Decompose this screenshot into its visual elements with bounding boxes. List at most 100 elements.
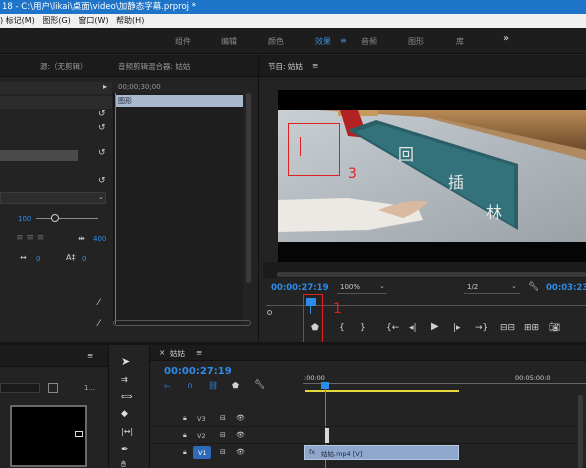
reset-icon[interactable]: ↺ [98,123,106,133]
workspace-tab-editing[interactable]: 编辑 [221,36,237,47]
zoom-select[interactable]: 100% ⌄ [337,282,387,294]
mark-in-icon[interactable]: { [339,323,345,333]
track-target-v1[interactable]: V1 [193,446,211,459]
ripple-edit-tool-icon[interactable]: ⟺ [121,392,132,401]
close-icon[interactable]: × [159,348,165,357]
timeline-timecode[interactable]: 00:00:27:19 [164,366,232,377]
scale-slider-handle[interactable] [51,214,59,222]
lift-icon[interactable]: ⊟⊟ [500,323,515,333]
lock-icon[interactable]: 🔒︎ [183,431,187,440]
sync-lock-icon[interactable]: ⊟ [220,414,226,422]
program-menu-icon[interactable]: ≡ [312,61,318,70]
track-label-v2[interactable]: V2 [197,432,206,440]
program-video-frame[interactable]: 回 插 林 [278,90,586,262]
go-to-in-icon[interactable]: {← [386,323,399,333]
ec-scrollbar[interactable] [246,93,251,283]
razor-tool-icon[interactable]: ◆ [121,409,128,419]
workspace-tab-effects[interactable]: 效果 [315,36,331,47]
source-panel-header: 源:（无剪辑） 音频剪辑混合器: 姑姑 [0,55,258,77]
graphic-clip-bar[interactable]: 图形 [115,95,243,107]
graphic-clip-sliver[interactable] [325,428,329,443]
clip-thumbnail[interactable] [10,405,87,467]
baseline-icon[interactable]: A‡ [66,253,75,262]
graphic-clip-label: 图形 [118,97,132,105]
add-marker-icon[interactable]: ⬟ [232,381,239,390]
add-marker-icon[interactable]: ⬟ [311,323,319,333]
baseline-value[interactable]: 0 [82,255,86,263]
track-label-v3[interactable]: V3 [197,415,206,423]
ec-zoom-scrollbar[interactable] [113,320,251,326]
program-monitor-title[interactable]: 节目: 姑姑 [268,61,303,72]
sync-lock-icon[interactable]: ⊟ [220,448,226,456]
play-icon[interactable]: ▶ [431,321,439,332]
nest-icon[interactable]: ⟜ [164,381,170,391]
export-frame-icon[interactable]: 📷︎ [549,323,560,333]
workspace-more-button[interactable]: » [503,33,509,44]
reset-icon[interactable]: ↺ [98,148,106,158]
wrench-icon[interactable]: 🔧︎ [528,282,539,292]
sync-lock-icon[interactable]: ⊟ [220,431,226,439]
work-area-bar[interactable] [305,390,459,392]
timeline-playhead[interactable] [321,382,329,389]
source-tab[interactable]: 源:（无剪辑） [40,61,88,72]
slip-tool-icon[interactable]: |↔| [121,427,133,436]
reset-icon[interactable]: ↺ [98,109,106,119]
workspace-tab-libraries[interactable]: 库 [456,36,464,47]
monitor-scrollbar[interactable] [277,272,586,277]
eye-icon[interactable]: 👁︎ [236,414,245,422]
track-select-tool-icon[interactable]: ⇉ [121,375,128,384]
linked-selection-icon[interactable]: ⛓︎ [208,381,218,390]
new-bin-icon[interactable] [48,383,58,393]
step-forward-icon[interactable]: |▸ [453,323,461,333]
hand-tool-icon[interactable]: ✋︎ [121,460,126,468]
pen-tool-icon[interactable]: ✒ [121,445,129,455]
tracking-icon[interactable]: ↔ [20,253,27,262]
play-only-icon[interactable]: ▸ [103,82,107,91]
align-icons[interactable]: ≡ ≡ ≡ [16,233,44,243]
workspace-tab-color[interactable]: 颜色 [268,36,284,47]
lock-icon[interactable]: 🔒︎ [183,448,187,457]
svg-text:插: 插 [448,173,464,192]
audio-clip-mixer-tab[interactable]: 音频剪辑混合器: 姑姑 [118,61,190,72]
eye-icon[interactable]: 👁︎ [236,431,245,439]
resolution-select[interactable]: 1/2 ⌄ [464,282,520,294]
program-timecode[interactable]: 00:00:27:19 [271,283,329,293]
reset-icon[interactable]: ↺ [98,176,106,186]
project-search[interactable] [0,383,40,393]
settings-wrench-icon[interactable]: 🔧︎ [254,380,265,390]
step-back-icon[interactable]: ◂| [409,323,417,333]
menu-item-graphics[interactable]: 图形(G) [42,16,70,25]
mark-out-icon[interactable]: } [360,323,366,333]
eyedropper-icon[interactable]: ⁄ [98,319,100,329]
eye-icon[interactable]: 👁︎ [236,448,245,456]
tools-panel: ➤ ⇉ ⟺ ◆ |↔| ✒ ✋︎ [108,345,148,468]
selection-tool-icon[interactable]: ➤ [121,355,130,368]
timeline-scrollbar[interactable] [578,395,583,468]
kerning-value[interactable]: 400 [93,235,106,243]
eyedropper-icon[interactable]: ⁄ [98,298,100,308]
extract-icon[interactable]: ⊞⊞ [524,323,539,333]
snap-icon[interactable]: ∩ [187,381,193,390]
workspace-tab-assembly[interactable]: 组件 [175,36,191,47]
menu-item-window[interactable]: 窗口(W) [78,16,108,25]
menu-item-help[interactable]: 帮助(H) [116,16,144,25]
timeline-menu-icon[interactable]: ≡ [196,348,202,357]
project-menu-icon[interactable]: ≡ [87,351,93,360]
menu-item-marker[interactable]: ) 标记(M) [0,16,35,25]
workspace-tab-graphics[interactable]: 图形 [408,36,424,47]
tracking-value[interactable]: 0 [36,255,40,263]
workspace-tab-audio[interactable]: 音频 [361,36,377,47]
ec-value-bar[interactable] [0,150,78,161]
scale-slider-track[interactable] [36,218,98,219]
kerning-icon[interactable]: ⇹ [78,234,85,243]
ec-dropdown[interactable]: ⌄ [0,192,106,204]
lock-icon[interactable]: 🔒︎ [183,414,187,423]
sequence-tab[interactable]: 姑姑 [170,348,185,359]
go-to-out-icon[interactable]: →} [475,323,488,333]
workspace-menu-icon[interactable]: ≡ [340,36,347,45]
video-clip[interactable]: fx 姑姑.mp4 [V] [304,445,459,460]
timeline-ruler[interactable] [303,383,586,387]
svg-text:林: 林 [486,203,502,222]
scale-value[interactable]: 100 [18,215,31,223]
ruler-in-handle[interactable] [267,310,272,315]
